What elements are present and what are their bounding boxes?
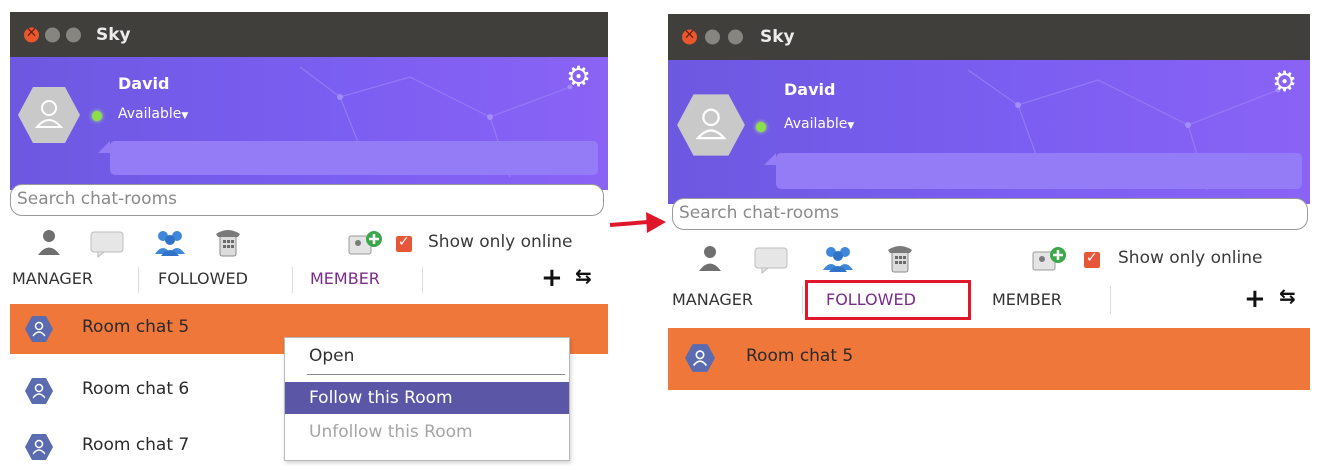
window-title: Sky [760,27,795,47]
mood-message-input[interactable] [110,141,598,175]
add-contact-icon[interactable] [1032,246,1068,272]
plus-icon[interactable]: + [541,265,563,291]
refresh-icon[interactable]: ⇆ [575,264,592,288]
status-dropdown[interactable]: Available▼ [784,116,854,132]
list-item-selected[interactable]: Room chat 5 [668,328,1310,390]
show-only-online-label: Show only online [1118,248,1263,268]
tab-divider [292,267,293,293]
user-name: David [118,74,170,93]
arrow-right-icon [609,212,666,233]
mood-message-input[interactable] [776,153,1302,189]
tab-manager[interactable]: MANAGER [12,269,93,288]
show-only-online-checkbox[interactable] [1084,250,1100,268]
status-label: Available [118,106,182,122]
group-icon[interactable] [154,228,186,256]
room-name: Room chat 7 [82,435,190,455]
add-contact-icon[interactable] [348,230,384,256]
phone-icon[interactable] [214,226,242,258]
profile-header: David Available▼ ⚙ [10,57,608,190]
maximize-icon[interactable] [66,27,81,42]
room-icon [25,434,53,460]
chat-bubble-icon[interactable] [754,246,788,274]
tab-divider [1110,286,1111,314]
room-icon [685,344,715,372]
minimize-icon[interactable] [705,29,720,45]
right-window: Sky David Available▼ ⚙ Search chat-rooms [668,14,1310,390]
settings-gear-icon[interactable]: ⚙ [566,63,591,91]
tab-followed[interactable]: FOLLOWED [158,269,248,288]
tab-member[interactable]: MEMBER [992,290,1062,309]
room-name: Room chat 5 [82,317,190,337]
mood-bubble-tail [98,141,110,153]
room-icon [25,316,53,342]
plus-icon[interactable]: + [1244,286,1266,312]
user-avatar-icon[interactable] [17,83,81,147]
followed-tab-highlight [805,280,971,320]
context-menu: Open Follow this Room Unfollow this Room [284,337,570,461]
phone-icon[interactable] [886,242,914,274]
menu-item-unfollow-room[interactable]: Unfollow this Room [285,418,569,446]
settings-gear-icon[interactable]: ⚙ [1272,68,1297,96]
chat-bubble-icon[interactable] [90,230,124,258]
chevron-down-icon: ▼ [847,121,855,131]
close-icon[interactable] [682,27,697,45]
show-only-online-label: Show only online [428,232,573,252]
refresh-icon[interactable]: ⇆ [1279,284,1296,308]
status-dropdown[interactable]: Available▼ [118,106,188,122]
tab-member[interactable]: MEMBER [310,269,380,288]
maximize-icon[interactable] [728,29,743,45]
menu-divider [307,374,565,375]
user-name: David [784,80,836,99]
window-title: Sky [96,24,131,45]
room-icon [25,378,53,404]
titlebar: Sky [668,14,1310,60]
menu-item-follow-room[interactable]: Follow this Room [285,382,569,414]
tab-divider [802,286,803,314]
status-online-icon [92,111,102,121]
titlebar: Sky [10,12,608,57]
search-placeholder: Search chat-rooms [679,203,839,223]
contact-icon[interactable] [696,244,724,272]
close-icon[interactable] [24,24,39,42]
tab-divider [422,267,423,293]
status-online-icon [756,122,766,132]
tab-manager[interactable]: MANAGER [672,290,753,309]
contact-icon[interactable] [35,228,63,256]
minimize-icon[interactable] [45,27,60,42]
room-name: Room chat 6 [82,379,190,399]
search-placeholder: Search chat-rooms [17,189,177,209]
search-input[interactable]: Search chat-rooms [672,198,1308,230]
group-icon[interactable] [822,244,854,272]
left-window: Sky David Available▼ ⚙ Search chat-rooms [10,12,608,469]
chevron-down-icon: ▼ [181,111,189,121]
menu-item-open[interactable]: Open [285,342,569,370]
user-avatar-icon[interactable] [676,90,746,160]
search-input[interactable]: Search chat-rooms [10,184,604,216]
status-label: Available [784,116,848,132]
profile-header: David Available▼ ⚙ [668,60,1310,204]
show-only-online-checkbox[interactable] [396,234,412,252]
mood-bubble-tail [764,153,776,165]
room-name: Room chat 5 [746,346,854,366]
tab-divider [138,267,139,293]
